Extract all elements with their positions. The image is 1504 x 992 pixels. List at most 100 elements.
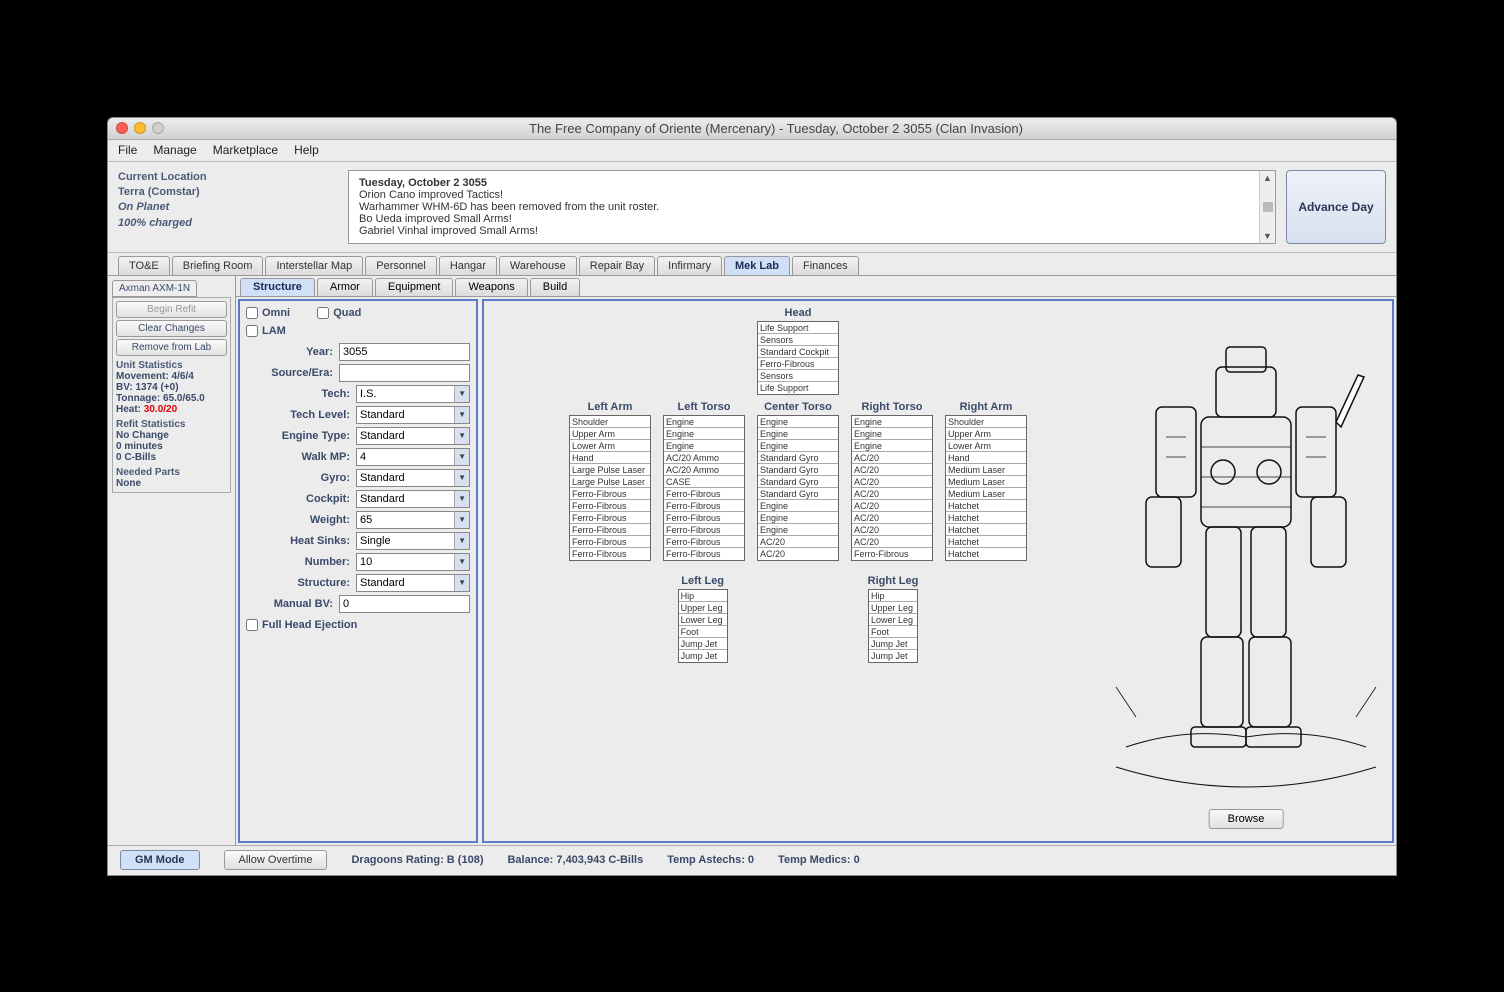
- crit-slot[interactable]: Large Pulse Laser: [570, 464, 650, 476]
- crit-slot[interactable]: AC/20: [852, 536, 932, 548]
- crit-slot[interactable]: AC/20: [852, 452, 932, 464]
- crit-slot[interactable]: Engine: [852, 416, 932, 428]
- gyro-select[interactable]: Standard: [356, 469, 470, 487]
- crit-slot[interactable]: Shoulder: [946, 416, 1026, 428]
- crit-slot[interactable]: Hatchet: [946, 524, 1026, 536]
- manual-bv-input[interactable]: [339, 595, 470, 613]
- crit-slot[interactable]: Ferro-Fibrous: [664, 536, 744, 548]
- menu-file[interactable]: File: [118, 143, 137, 157]
- crit-slot[interactable]: Ferro-Fibrous: [570, 512, 650, 524]
- begin-refit-button[interactable]: Begin Refit: [116, 301, 227, 318]
- hs-number-select[interactable]: 10: [356, 553, 470, 571]
- main-tab-briefing-room[interactable]: Briefing Room: [172, 256, 264, 275]
- crit-slot[interactable]: Life Support: [758, 322, 838, 334]
- crit-slot[interactable]: Medium Laser: [946, 476, 1026, 488]
- crit-slot[interactable]: Shoulder: [570, 416, 650, 428]
- crit-slot[interactable]: AC/20 Ammo: [664, 452, 744, 464]
- quad-checkbox[interactable]: Quad: [317, 307, 361, 319]
- menu-manage[interactable]: Manage: [153, 143, 196, 157]
- crit-slot[interactable]: AC/20: [758, 536, 838, 548]
- crit-slot[interactable]: CASE: [664, 476, 744, 488]
- zoom-icon[interactable]: [152, 122, 164, 134]
- crit-slot[interactable]: Engine: [852, 440, 932, 452]
- crit-slot[interactable]: Standard Gyro: [758, 488, 838, 500]
- sub-tab-armor[interactable]: Armor: [317, 278, 373, 296]
- clear-changes-button[interactable]: Clear Changes: [116, 320, 227, 337]
- omni-checkbox[interactable]: Omni: [246, 307, 290, 319]
- crit-slot[interactable]: Hip: [679, 590, 727, 602]
- year-input[interactable]: [339, 343, 470, 361]
- sub-tab-build[interactable]: Build: [530, 278, 580, 296]
- crit-slot[interactable]: Ferro-Fibrous: [852, 548, 932, 560]
- crit-slot[interactable]: Jump Jet: [679, 638, 727, 650]
- main-tab-infirmary[interactable]: Infirmary: [657, 256, 722, 275]
- crit-slot[interactable]: Hatchet: [946, 548, 1026, 560]
- crit-slot[interactable]: Upper Leg: [869, 602, 917, 614]
- crit-slot[interactable]: Engine: [664, 428, 744, 440]
- crit-slot[interactable]: Engine: [758, 512, 838, 524]
- crit-slot[interactable]: Engine: [758, 428, 838, 440]
- crit-slot[interactable]: Lower Arm: [570, 440, 650, 452]
- main-tab-hangar[interactable]: Hangar: [439, 256, 497, 275]
- allow-overtime-button[interactable]: Allow Overtime: [224, 850, 328, 870]
- walkmp-select[interactable]: 4: [356, 448, 470, 466]
- crit-slot[interactable]: Jump Jet: [679, 650, 727, 662]
- gm-mode-button[interactable]: GM Mode: [120, 850, 200, 870]
- crit-slot[interactable]: Standard Gyro: [758, 464, 838, 476]
- crit-slot[interactable]: Ferro-Fibrous: [570, 536, 650, 548]
- full-head-ejection-checkbox[interactable]: Full Head Ejection: [246, 619, 357, 631]
- crit-slot[interactable]: Engine: [758, 416, 838, 428]
- crit-slot[interactable]: Hatchet: [946, 500, 1026, 512]
- main-tab-to-e[interactable]: TO&E: [118, 256, 170, 275]
- main-tab-warehouse[interactable]: Warehouse: [499, 256, 577, 275]
- sub-tab-weapons[interactable]: Weapons: [455, 278, 527, 296]
- crit-slot[interactable]: Jump Jet: [869, 650, 917, 662]
- sub-tab-structure[interactable]: Structure: [240, 278, 315, 296]
- cockpit-select[interactable]: Standard: [356, 490, 470, 508]
- crit-slot[interactable]: Lower Arm: [946, 440, 1026, 452]
- crit-slot[interactable]: Engine: [664, 440, 744, 452]
- crit-slot[interactable]: AC/20: [852, 512, 932, 524]
- crit-slot[interactable]: Lower Leg: [869, 614, 917, 626]
- crit-slot[interactable]: AC/20: [852, 476, 932, 488]
- tech-select[interactable]: I.S.: [356, 385, 470, 403]
- menu-marketplace[interactable]: Marketplace: [213, 143, 278, 157]
- crit-slot[interactable]: Standard Gyro: [758, 476, 838, 488]
- crit-slot[interactable]: Upper Arm: [946, 428, 1026, 440]
- crit-slot[interactable]: Ferro-Fibrous: [570, 500, 650, 512]
- main-tab-interstellar-map[interactable]: Interstellar Map: [265, 256, 363, 275]
- crit-slot[interactable]: Upper Leg: [679, 602, 727, 614]
- crit-slot[interactable]: Jump Jet: [869, 638, 917, 650]
- scroll-down-icon[interactable]: ▼: [1263, 231, 1272, 241]
- main-tab-mek-lab[interactable]: Mek Lab: [724, 256, 790, 275]
- crit-slot[interactable]: Large Pulse Laser: [570, 476, 650, 488]
- crit-slot[interactable]: Engine: [852, 428, 932, 440]
- crit-slot[interactable]: AC/20: [758, 548, 838, 560]
- minimize-icon[interactable]: [134, 122, 146, 134]
- engine-select[interactable]: Standard: [356, 427, 470, 445]
- crit-slot[interactable]: Hand: [570, 452, 650, 464]
- source-input[interactable]: [339, 364, 470, 382]
- advance-day-button[interactable]: Advance Day: [1286, 170, 1386, 244]
- crit-slot[interactable]: Sensors: [758, 334, 838, 346]
- crit-slot[interactable]: AC/20: [852, 500, 932, 512]
- crit-slot[interactable]: Lower Leg: [679, 614, 727, 626]
- crit-slot[interactable]: Ferro-Fibrous: [664, 548, 744, 560]
- crit-slot[interactable]: Medium Laser: [946, 464, 1026, 476]
- crit-slot[interactable]: Ferro-Fibrous: [664, 524, 744, 536]
- crit-slot[interactable]: Hatchet: [946, 512, 1026, 524]
- crit-slot[interactable]: Foot: [679, 626, 727, 638]
- crit-slot[interactable]: Engine: [758, 440, 838, 452]
- structure-select[interactable]: Standard: [356, 574, 470, 592]
- crit-slot[interactable]: Medium Laser: [946, 488, 1026, 500]
- scroll-thumb[interactable]: [1263, 202, 1273, 212]
- main-tab-finances[interactable]: Finances: [792, 256, 859, 275]
- browse-button[interactable]: Browse: [1209, 809, 1284, 829]
- crit-slot[interactable]: Hand: [946, 452, 1026, 464]
- weight-select[interactable]: 65: [356, 511, 470, 529]
- crit-slot[interactable]: Engine: [758, 524, 838, 536]
- crit-slot[interactable]: Ferro-Fibrous: [570, 548, 650, 560]
- main-tab-repair-bay[interactable]: Repair Bay: [579, 256, 655, 275]
- crit-slot[interactable]: Life Support: [758, 382, 838, 394]
- main-tab-personnel[interactable]: Personnel: [365, 256, 437, 275]
